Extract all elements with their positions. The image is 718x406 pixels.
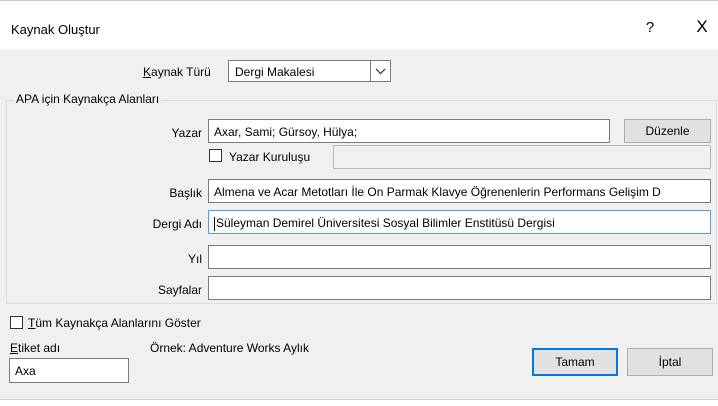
pages-label: Sayfalar <box>157 283 202 297</box>
tag-input[interactable]: Axa <box>9 358 129 383</box>
tag-label: Etiket adı <box>10 341 61 355</box>
text-caret <box>214 216 215 231</box>
year-label: Yıl <box>187 252 202 266</box>
corporate-author-input[interactable] <box>333 145 711 169</box>
cancel-label: İptal <box>658 355 682 369</box>
journal-name-input[interactable]: Süleyman Demirel Üniversitesi Sosyal Bil… <box>208 210 711 234</box>
ok-button[interactable]: Tamam <box>532 348 618 376</box>
title-bar: Kaynak Oluştur ? X <box>0 1 718 49</box>
title-input[interactable]: Almena ve Acar Metotları İle On Parmak K… <box>208 179 711 203</box>
journal-name-text: Süleyman Demirel Üniversitesi Sosyal Bil… <box>216 216 555 230</box>
journal-name-label: Dergi Adı <box>152 217 202 231</box>
edit-author-label: Düzenle <box>645 124 690 138</box>
title-label: Başlık <box>169 186 202 200</box>
edit-author-button[interactable]: Düzenle <box>624 119 711 143</box>
show-all-checkbox[interactable] <box>10 316 23 329</box>
show-all-label: Tüm Kaynakça Alanlarını Göster <box>28 316 201 330</box>
tag-value: Axa <box>15 364 36 378</box>
corporate-author-label: Yazar Kuruluşu <box>229 150 311 164</box>
corporate-author-checkbox[interactable] <box>209 149 222 162</box>
author-input[interactable]: Axar, Sami; Gürsoy, Hülya; <box>208 119 610 143</box>
source-type-dropdown[interactable]: Dergi Makalesi <box>228 60 391 82</box>
window-title: Kaynak Oluştur <box>11 22 100 37</box>
close-button[interactable]: X <box>691 16 713 38</box>
source-type-value: Dergi Makalesi <box>235 65 315 79</box>
source-type-label: Kaynak Türü <box>143 65 211 79</box>
title-value: Almena ve Acar Metotları İle On Parmak K… <box>214 185 661 199</box>
author-value: Axar, Sami; Gürsoy, Hülya; <box>214 125 358 139</box>
ok-label: Tamam <box>555 355 595 369</box>
journal-name-value: Süleyman Demirel Üniversitesi Sosyal Bil… <box>214 216 555 231</box>
group-title: APA için Kaynakça Alanları <box>14 92 162 106</box>
help-button[interactable]: ? <box>640 18 660 38</box>
chevron-down-icon[interactable] <box>370 61 390 81</box>
example-text: Örnek: Adventure Works Aylık <box>150 341 309 355</box>
author-label: Yazar <box>171 126 202 140</box>
cancel-button[interactable]: İptal <box>627 348 713 376</box>
year-input[interactable] <box>208 245 711 269</box>
pages-input[interactable] <box>208 276 711 300</box>
